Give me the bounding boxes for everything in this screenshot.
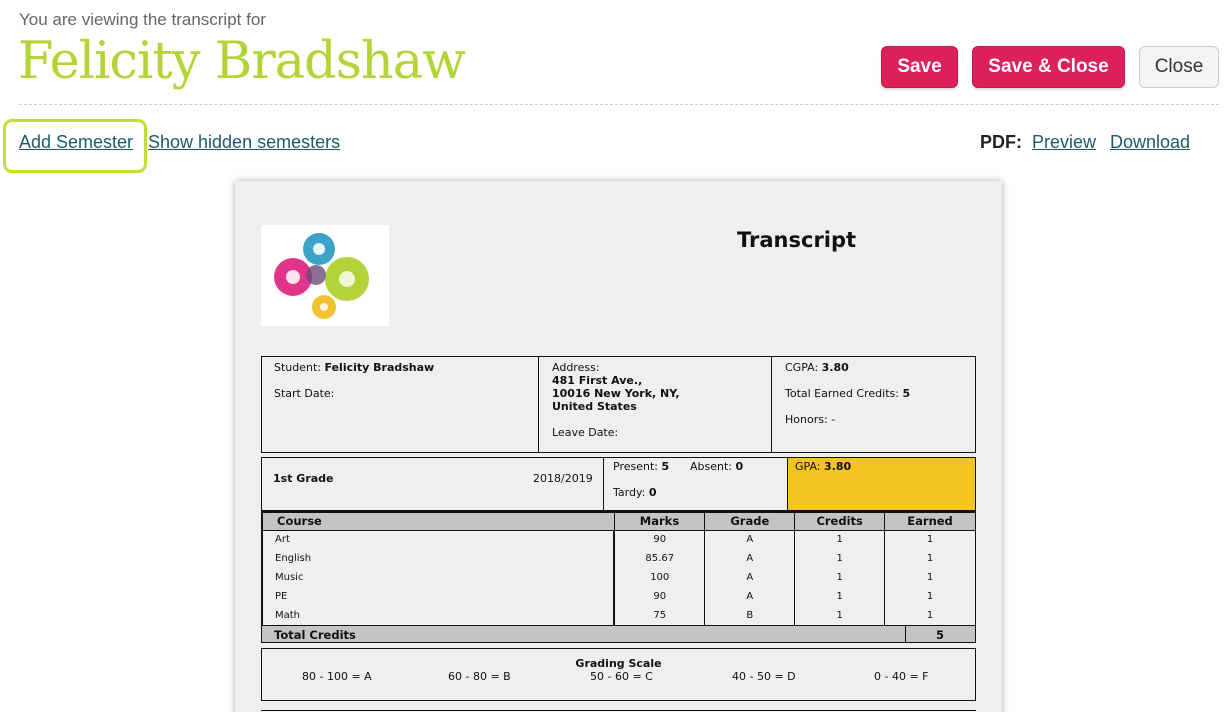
- present-label: Present:: [613, 460, 658, 473]
- gpa-value: 3.80: [824, 460, 852, 473]
- course-credits: 1: [794, 606, 886, 625]
- save-close-button[interactable]: Save & Close: [972, 46, 1125, 88]
- semester-name: 1st Grade: [273, 472, 334, 485]
- table-row: English 85.67 A 1 1: [260, 549, 976, 568]
- course-marks: 85.67: [613, 549, 706, 568]
- gpa-label: GPA:: [795, 460, 821, 473]
- course-name: Math: [260, 606, 616, 625]
- grading-scale-item: 80 - 100 = A: [302, 670, 372, 683]
- footer-rule: [261, 710, 976, 711]
- course-earned: 1: [884, 530, 976, 549]
- grading-scale-box: Grading Scale 80 - 100 = A 60 - 80 = B 5…: [261, 648, 976, 701]
- course-earned: 1: [884, 587, 976, 606]
- course-grade: A: [704, 530, 796, 549]
- header-divider: [19, 104, 1219, 105]
- course-marks: 75: [613, 606, 706, 625]
- courses-table: Course Marks Grade Credits Earned Art 90…: [260, 511, 976, 625]
- grading-scale-item: 60 - 80 = B: [448, 670, 511, 683]
- total-credits-row: Total Credits 5: [261, 625, 976, 643]
- col-course: Course: [260, 511, 615, 531]
- grading-scale-item: 0 - 40 = F: [874, 670, 929, 683]
- course-credits: 1: [794, 549, 886, 568]
- course-name: PE: [260, 587, 616, 606]
- course-credits: 1: [794, 530, 886, 549]
- cgpa-label: CGPA:: [785, 361, 819, 374]
- pdf-preview-link[interactable]: Preview: [1032, 132, 1096, 153]
- gpa-cell: GPA: 3.80: [787, 458, 975, 510]
- transcript-title: Transcript: [737, 228, 857, 252]
- address-line-1: 481 First Ave.,: [552, 374, 643, 387]
- col-grade: Grade: [704, 511, 796, 531]
- total-earned-credits-label: Total Earned Credits:: [785, 387, 899, 400]
- course-grade: A: [704, 549, 796, 568]
- school-logo: [261, 225, 389, 326]
- grading-scale-item: 40 - 50 = D: [732, 670, 796, 683]
- course-grade: A: [704, 568, 796, 587]
- honors-value: -: [831, 413, 836, 426]
- cgpa-value: 3.80: [821, 361, 849, 374]
- grading-scale-title: Grading Scale: [575, 657, 662, 670]
- gears-icon: [274, 233, 369, 319]
- col-marks: Marks: [613, 511, 706, 531]
- show-hidden-semesters-link[interactable]: Show hidden semesters: [148, 132, 340, 153]
- grading-scale-item: 50 - 60 = C: [590, 670, 653, 683]
- course-name: English: [260, 549, 616, 568]
- table-row: Music 100 A 1 1: [260, 568, 976, 587]
- course-marks: 100: [613, 568, 706, 587]
- leave-date-label: Leave Date:: [552, 426, 619, 439]
- student-name-title: Felicity Bradshaw: [18, 32, 466, 91]
- absent-value: 0: [735, 460, 744, 473]
- pdf-download-link[interactable]: Download: [1110, 132, 1190, 153]
- student-info-box: Student: Felicity Bradshaw Start Date: A…: [261, 356, 976, 453]
- viewing-caption: You are viewing the transcript for: [19, 10, 266, 29]
- semester-header-box: 1st Grade 2018/2019 Present: 5 Absent: 0…: [261, 457, 976, 511]
- student-name-value: Felicity Bradshaw: [324, 361, 435, 374]
- course-earned: 1: [884, 606, 976, 625]
- total-credits-label: Total Credits: [274, 628, 356, 642]
- course-credits: 1: [794, 568, 886, 587]
- course-earned: 1: [884, 549, 976, 568]
- address-line-2: 10016 New York, NY,: [552, 387, 680, 400]
- student-label: Student:: [274, 361, 322, 374]
- address-label: Address:: [552, 361, 600, 374]
- save-button[interactable]: Save: [881, 46, 958, 88]
- course-marks: 90: [613, 587, 706, 606]
- absent-label: Absent:: [690, 460, 732, 473]
- tardy-label: Tardy:: [613, 486, 646, 499]
- honors-label: Honors:: [785, 413, 828, 426]
- start-date-label: Start Date:: [274, 387, 335, 400]
- course-name: Art: [260, 530, 616, 549]
- semester-year: 2018/2019: [533, 472, 593, 485]
- close-button[interactable]: Close: [1139, 46, 1219, 88]
- total-earned-credits-value: 5: [902, 387, 911, 400]
- transcript-paper: Transcript Student: Felicity Bradshaw St…: [235, 181, 1002, 712]
- col-credits: Credits: [794, 511, 886, 531]
- table-row: Art 90 A 1 1: [260, 530, 976, 549]
- present-value: 5: [661, 460, 670, 473]
- course-credits: 1: [794, 587, 886, 606]
- course-earned: 1: [884, 568, 976, 587]
- course-grade: A: [704, 587, 796, 606]
- add-semester-link[interactable]: Add Semester: [19, 132, 133, 153]
- address-line-3: United States: [552, 400, 637, 413]
- course-grade: B: [704, 606, 796, 625]
- col-earned: Earned: [884, 511, 976, 531]
- total-credits-value: 5: [936, 628, 945, 642]
- course-marks: 90: [613, 530, 706, 549]
- table-row: PE 90 A 1 1: [260, 587, 976, 606]
- table-row: Math 75 B 1 1: [260, 606, 976, 625]
- tardy-value: 0: [648, 486, 657, 499]
- course-name: Music: [260, 568, 616, 587]
- pdf-label: PDF:: [980, 132, 1022, 152]
